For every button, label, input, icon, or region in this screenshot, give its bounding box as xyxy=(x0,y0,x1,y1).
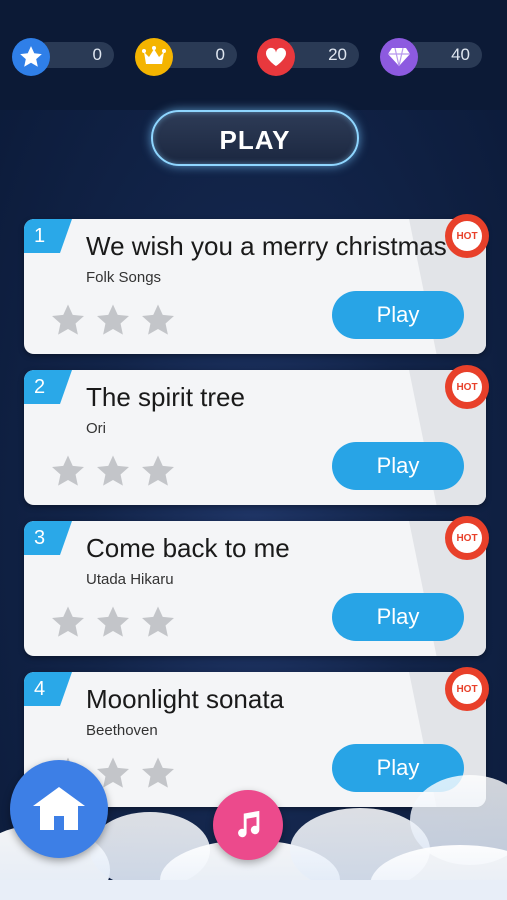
hot-label: HOT xyxy=(456,230,478,242)
star-icon xyxy=(12,38,50,76)
song-title: We wish you a merry christmas xyxy=(86,231,447,261)
hot-badge: HOT xyxy=(444,364,490,410)
play-main-button[interactable]: PLAY xyxy=(151,110,359,166)
song-artist: Utada Hikaru xyxy=(86,571,174,588)
rank-badge: 4 xyxy=(24,672,72,706)
song-artist: Beethoven xyxy=(86,722,158,739)
star-icon xyxy=(142,757,174,788)
home-icon xyxy=(33,787,85,830)
star-icon xyxy=(97,606,129,637)
star-icon xyxy=(97,304,129,335)
hot-label: HOT xyxy=(456,532,478,544)
music-button[interactable] xyxy=(213,790,283,860)
star-icon xyxy=(142,606,174,637)
song-artist: Folk Songs xyxy=(86,269,162,286)
star-rating xyxy=(50,303,176,337)
song-card-1: 1 We wish you a merry christmas Folk Son… xyxy=(24,219,486,354)
home-button[interactable] xyxy=(10,760,108,858)
star-icon xyxy=(52,304,84,335)
hot-label: HOT xyxy=(456,683,478,695)
song-title: Moonlight sonata xyxy=(86,684,285,714)
hot-badge: HOT xyxy=(444,213,490,259)
song-play-button[interactable]: Play xyxy=(332,593,464,641)
diamond-icon xyxy=(380,38,418,76)
song-card-3: 3 Come back to me Utada Hikaru Play xyxy=(24,521,486,656)
star-icon xyxy=(97,455,129,486)
hot-label: HOT xyxy=(456,381,478,393)
song-artist: Ori xyxy=(86,420,106,437)
hot-badge: HOT xyxy=(444,515,490,561)
song-title: The spirit tree xyxy=(86,382,245,412)
star-icon xyxy=(52,455,84,486)
music-note-icon xyxy=(238,810,260,838)
song-play-button[interactable]: Play xyxy=(332,442,464,490)
song-play-button[interactable]: Play xyxy=(332,744,464,792)
rank-badge: 2 xyxy=(24,370,72,404)
star-icon xyxy=(142,455,174,486)
song-play-button[interactable]: Play xyxy=(332,291,464,339)
song-card-2: 2 The spirit tree Ori Play xyxy=(24,370,486,505)
crown-icon xyxy=(135,38,173,76)
star-icon xyxy=(52,606,84,637)
heart-icon xyxy=(257,38,295,76)
hot-badge: HOT xyxy=(444,666,490,712)
rank-badge: 3 xyxy=(24,521,72,555)
rank-badge: 1 xyxy=(24,219,72,253)
star-icon xyxy=(142,304,174,335)
song-title: Come back to me xyxy=(86,533,290,563)
star-rating xyxy=(50,605,176,639)
star-rating xyxy=(50,454,176,488)
